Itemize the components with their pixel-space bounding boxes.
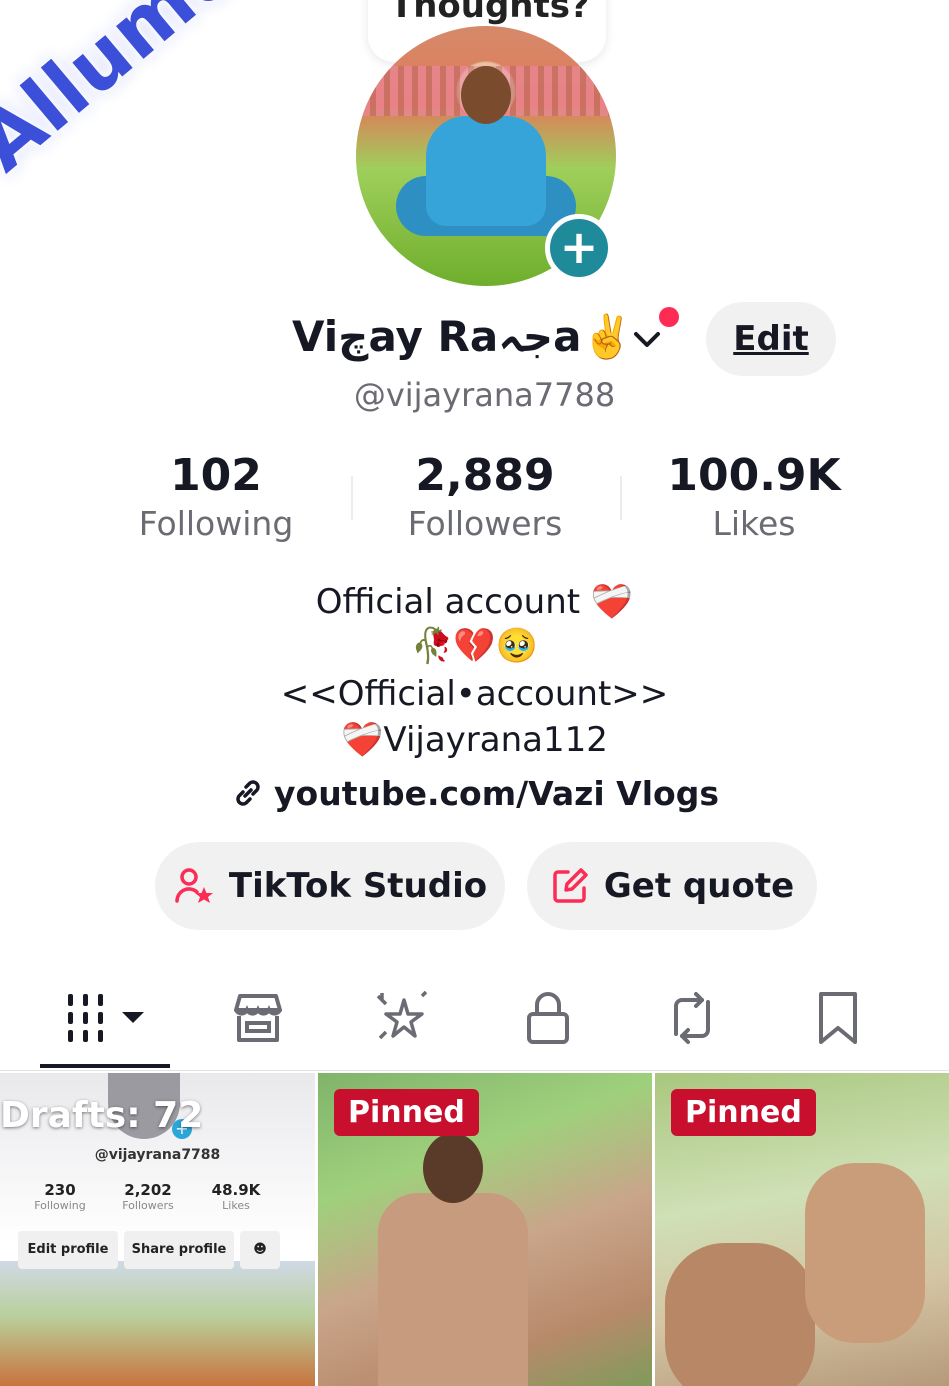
pinned-badge: Pinned [334, 1089, 479, 1136]
bookmark-icon[interactable] [808, 990, 868, 1046]
bio-link[interactable]: youtube.com/Vazi Vlogs [0, 774, 949, 813]
drafts-share-profile: Share profile [124, 1231, 234, 1269]
stat-value: 100.9K [667, 450, 841, 501]
drafts-stat-label: Following [34, 1199, 86, 1212]
drafts-stat-value: 2,202 [124, 1181, 172, 1199]
pinned-video-1[interactable]: Pinned [318, 1073, 652, 1386]
notification-dot [659, 307, 679, 327]
stat-divider [351, 476, 353, 520]
stat-value: 102 [170, 450, 262, 501]
display-name: Viچay Raجہa✌️ [292, 312, 634, 361]
notes-bubble-text: Thoughts? [390, 0, 590, 26]
chevron-down-icon[interactable] [630, 322, 664, 356]
stat-label: Likes [712, 504, 796, 543]
videos-grid-icon[interactable] [64, 990, 154, 1046]
link-icon [236, 780, 260, 806]
stat-value: 2,889 [415, 450, 555, 501]
bio-line-4: ❤️‍🩹Vijayrana112 [341, 720, 608, 760]
user-star-icon [175, 868, 213, 903]
stat-divider [620, 476, 622, 520]
bio-line-3: <<Official•account>> [280, 674, 669, 714]
drafts-stat: 2,202 Followers [108, 1181, 188, 1212]
stat-likes[interactable]: 100.9K Likes [624, 450, 884, 546]
drafts-stat-label: Followers [122, 1199, 174, 1212]
tiktok-studio-label: TikTok Studio [228, 866, 488, 906]
tiktok-studio-button[interactable]: TikTok Studio [155, 842, 505, 930]
drafts-stat-label: Likes [222, 1199, 250, 1212]
get-quote-button[interactable]: Get quote [527, 842, 817, 930]
drafts-title: Drafts: 72 [0, 1095, 204, 1136]
add-story-button[interactable]: + [545, 214, 613, 282]
drafts-stat-value: 230 [44, 1181, 76, 1199]
lock-icon[interactable] [518, 990, 578, 1046]
stat-following[interactable]: 102 Following [86, 450, 346, 546]
edit-button[interactable]: Edit [706, 302, 836, 376]
drafts-stat: 230 Following [20, 1181, 100, 1212]
shop-icon[interactable] [228, 990, 288, 1046]
drafts-cell[interactable]: + Drafts: 72 @vijayrana7788 230 Followin… [0, 1073, 315, 1386]
drafts-stat: 48.9K Likes [196, 1181, 276, 1212]
pinned-video-2[interactable]: Pinned [655, 1073, 949, 1386]
pinned-badge: Pinned [671, 1089, 816, 1136]
username-handle: @vijayrana7788 [353, 376, 616, 414]
active-tab-indicator [40, 1064, 170, 1068]
bio-line-1: Official account ❤️‍🩹 [315, 582, 634, 622]
drafts-edit-profile: Edit profile [18, 1231, 118, 1269]
edit-note-icon [553, 868, 588, 903]
sparkle-icon[interactable] [372, 990, 432, 1046]
drafts-handle: @vijayrana7788 [94, 1147, 221, 1163]
stat-followers[interactable]: 2,889 Followers [355, 450, 615, 546]
stat-label: Following [138, 504, 294, 543]
bio-line-2: 🥀💔🥹 [410, 626, 538, 666]
bio-link-text: youtube.com/Vazi Vlogs [274, 774, 719, 813]
add-friend-icon: ☻ [240, 1231, 280, 1269]
stat-label: Followers [407, 504, 563, 543]
get-quote-label: Get quote [603, 866, 795, 906]
tab-divider [0, 1070, 949, 1071]
repost-icon[interactable] [662, 990, 722, 1046]
drafts-stat-value: 48.9K [211, 1181, 261, 1199]
